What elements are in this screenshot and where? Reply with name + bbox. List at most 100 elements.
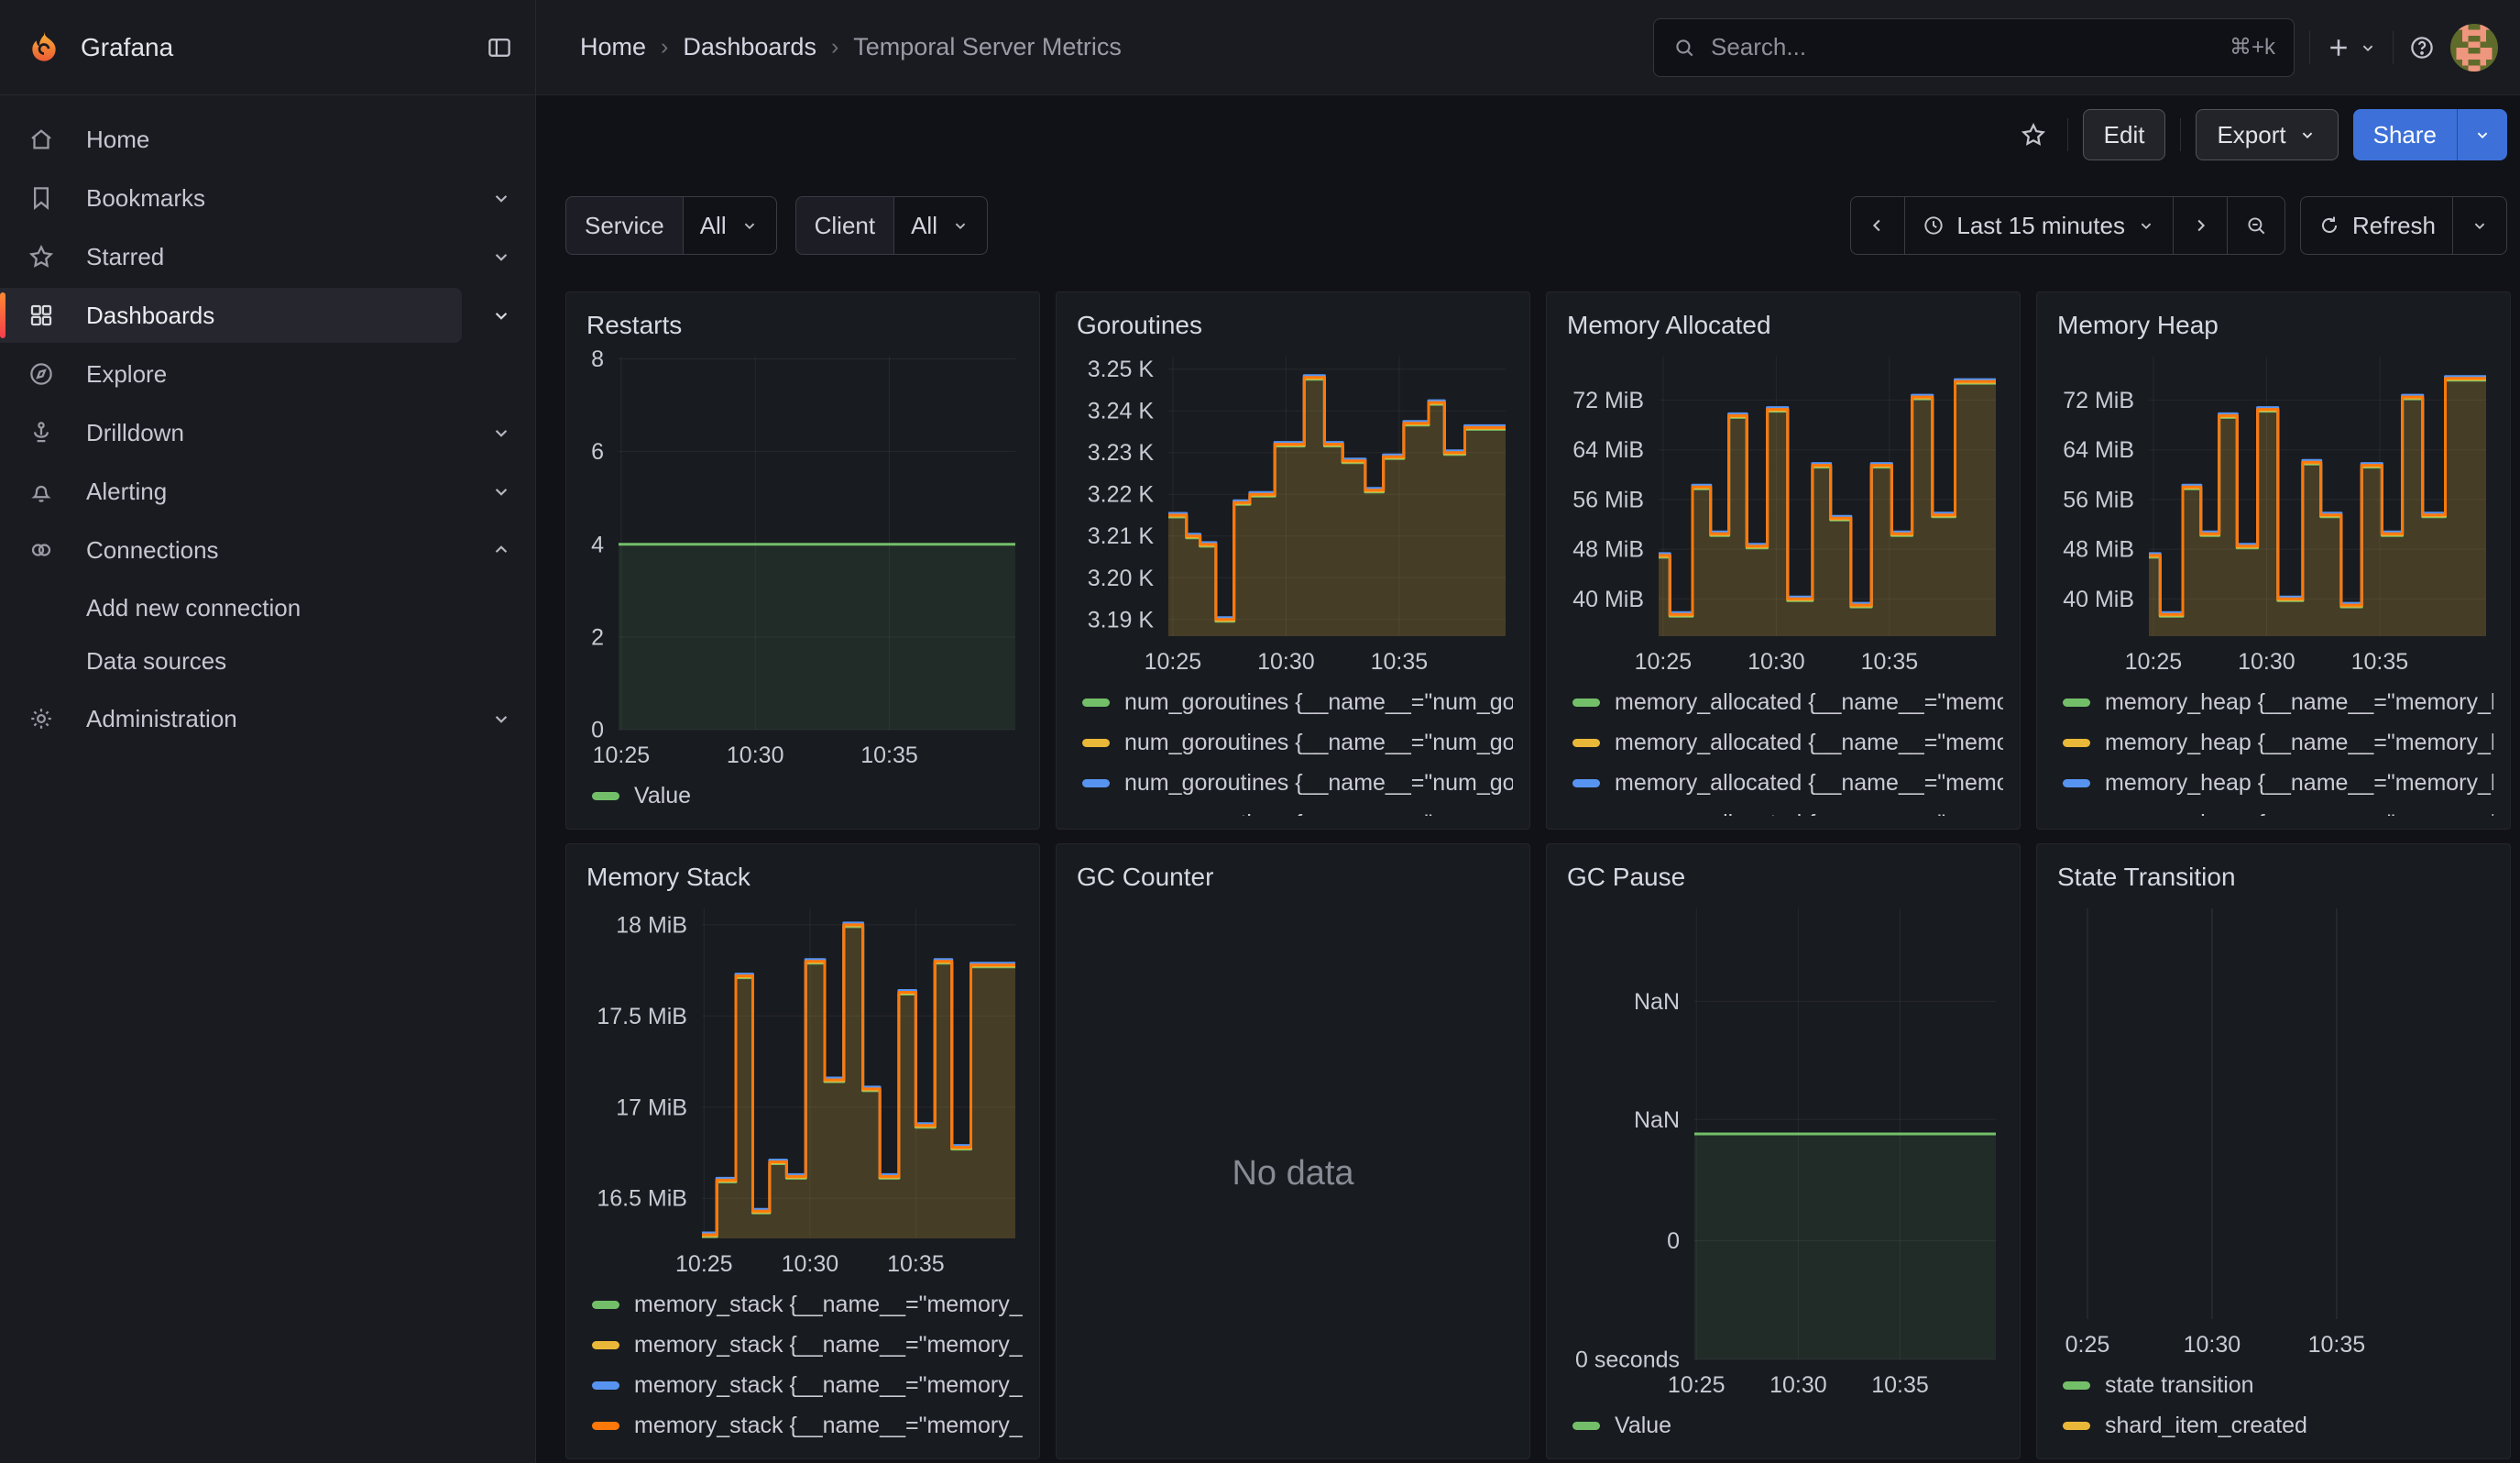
legend-label: Value (634, 783, 691, 809)
panel-title[interactable]: GC Pause (1567, 861, 2003, 894)
time-range-button[interactable]: Last 15 minutes (1905, 197, 2174, 254)
panel-title[interactable]: Memory Stack (586, 861, 1023, 894)
panel-title[interactable]: State Transition (2057, 861, 2493, 894)
chevron-down-icon (2472, 125, 2493, 145)
legend-item[interactable]: memory_stack {__name__="memory_s (583, 1365, 1023, 1405)
filter-value-dropdown[interactable]: All (894, 197, 987, 254)
sidebar-subitem-data-sources[interactable]: Data sources (0, 634, 535, 688)
svg-text:10:25: 10:25 (675, 1251, 733, 1277)
panel-title[interactable]: Memory Heap (2057, 309, 2493, 342)
refresh-caret-button[interactable] (2453, 197, 2506, 254)
sidebar-item-connections[interactable]: Connections (0, 522, 535, 578)
chevron-down-icon[interactable] (489, 707, 513, 731)
panel-gc-pause: GC Pause NaNNaN00 seconds10:2510:3010:35V… (1546, 843, 2021, 1459)
chevron-down-icon[interactable] (489, 186, 513, 210)
svg-text:3.19 K: 3.19 K (1088, 608, 1155, 633)
svg-text:40 MiB: 40 MiB (2063, 587, 2134, 612)
panel-title[interactable]: Goroutines (1077, 309, 1513, 342)
legend-item[interactable]: memory_stack {__name__="memory_s (583, 1284, 1023, 1325)
svg-text:10:35: 10:35 (2308, 1332, 2366, 1358)
chevron-down-icon[interactable] (489, 245, 513, 269)
svg-text:10:35: 10:35 (2351, 649, 2409, 675)
sidebar-item-alerting[interactable]: Alerting (0, 464, 535, 519)
chevron-down-icon[interactable] (489, 421, 513, 445)
breadcrumb-item-home[interactable]: Home (580, 33, 646, 61)
panel-chart[interactable]: NaNNaN00 seconds10:2510:3010:35 (1563, 901, 2003, 1402)
legend-item[interactable]: memory_heap {__name__="memory_h (2054, 682, 2493, 722)
star-icon (2020, 121, 2047, 148)
sidebar-item-administration[interactable]: Administration (0, 691, 535, 746)
legend-item[interactable]: memory_allocated {__name__="memo (1563, 682, 2003, 722)
sidebar-item-bookmarks[interactable]: Bookmarks (0, 170, 535, 226)
help-button[interactable] (2408, 34, 2436, 61)
legend-item[interactable]: memory_stack {__name__="memory_s (583, 1405, 1023, 1446)
panel-chart[interactable]: 0:2510:3010:35 (2054, 901, 2493, 1361)
refresh-button[interactable]: Refresh (2301, 197, 2453, 254)
legend-swatch (592, 1301, 619, 1309)
favorite-button[interactable] (2014, 116, 2053, 154)
zoom-out-button[interactable] (2228, 197, 2284, 254)
export-label: Export (2217, 121, 2285, 149)
legend-item[interactable]: memory_heap {__name__="memory_h (2054, 763, 2493, 803)
panel-chart[interactable]: 3.25 K3.24 K3.23 K3.22 K3.21 K3.20 K3.19… (1073, 349, 1513, 678)
filter-value-dropdown[interactable]: All (684, 197, 776, 254)
panel-chart[interactable]: 18 MiB17.5 MiB17 MiB16.5 MiB10:2510:3010… (583, 901, 1023, 1281)
legend-item[interactable]: num_goroutines {__name__="num_go (1073, 682, 1513, 722)
legend-item[interactable]: num_goroutines {__name__="num_go (1073, 763, 1513, 803)
legend-item[interactable]: num_goroutines {__name__="num_go (1073, 803, 1513, 816)
legend-label: memory_stack {__name__="memory_s (634, 1413, 1023, 1439)
time-back-button[interactable] (1851, 197, 1905, 254)
chevron-down-icon[interactable] (489, 479, 513, 503)
sidebar-item-drilldown[interactable]: Drilldown (0, 405, 535, 460)
share-caret-button[interactable] (2457, 109, 2507, 160)
legend-item[interactable]: memory_allocated {__name__="memo (1563, 722, 2003, 763)
panel-chart[interactable]: 72 MiB64 MiB56 MiB48 MiB40 MiB10:2510:30… (1563, 349, 2003, 678)
sidebar-toggle-icon[interactable] (486, 34, 513, 61)
chevron-right-icon (2190, 215, 2210, 236)
legend-item[interactable]: memory_heap {__name__="memory_h (2054, 803, 2493, 816)
legend-item[interactable]: state transition (2054, 1365, 2493, 1405)
panel-title[interactable]: Memory Allocated (1567, 309, 2003, 342)
panel-chart[interactable]: 0246810:2510:3010:35 (583, 349, 1023, 772)
legend-label: memory_heap {__name__="memory_h (2105, 689, 2493, 716)
sidebar-item-starred[interactable]: Starred (0, 229, 535, 284)
edit-button[interactable]: Edit (2083, 109, 2166, 160)
svg-text:72 MiB: 72 MiB (1572, 388, 1644, 413)
legend-item[interactable]: memory_heap {__name__="memory_h (2054, 722, 2493, 763)
search-input[interactable] (1709, 32, 2217, 62)
legend-item[interactable]: memory_allocated {__name__="memo (1563, 803, 2003, 816)
legend-item[interactable]: Value (583, 776, 1023, 816)
time-forward-button[interactable] (2174, 197, 2228, 254)
chevron-down-icon[interactable] (489, 303, 513, 327)
sidebar-item-home[interactable]: Home (0, 112, 535, 167)
legend-item[interactable]: num_goroutines {__name__="num_go (1073, 722, 1513, 763)
panel-chart[interactable]: 72 MiB64 MiB56 MiB48 MiB40 MiB10:2510:30… (2054, 349, 2493, 678)
svg-text:10:35: 10:35 (860, 742, 918, 768)
search-box[interactable]: ⌘+k (1653, 18, 2295, 77)
legend-label: memory_allocated {__name__="memo (1615, 810, 2003, 817)
legend-item[interactable]: memory_stack {__name__="memory_s (583, 1325, 1023, 1365)
legend-item[interactable]: Value (1563, 1405, 2003, 1446)
sidebar-subitem-add-new-connection[interactable]: Add new connection (0, 581, 535, 634)
svg-text:10:30: 10:30 (2184, 1332, 2241, 1358)
panel-title[interactable]: GC Counter (1077, 861, 1513, 894)
panel-title[interactable]: Restarts (586, 309, 1023, 342)
svg-text:3.25 K: 3.25 K (1088, 358, 1155, 383)
home-icon (27, 126, 55, 153)
export-button[interactable]: Export (2196, 109, 2338, 160)
sidebar-item-explore[interactable]: Explore (0, 346, 535, 402)
brand-label: Grafana (81, 33, 173, 62)
share-button[interactable]: Share (2353, 109, 2457, 160)
chevron-up-icon[interactable] (489, 538, 513, 562)
new-button[interactable] (2325, 34, 2378, 61)
top-navbar: Grafana Home›Dashboards›Temporal Server … (0, 0, 2520, 95)
search-icon (1672, 36, 1696, 60)
svg-text:40 MiB: 40 MiB (1572, 587, 1644, 612)
breadcrumb-item-dashboards[interactable]: Dashboards (683, 33, 816, 61)
chevron-down-icon (740, 215, 760, 236)
legend-item[interactable]: shard_item_created (2054, 1405, 2493, 1446)
legend-item[interactable]: memory_allocated {__name__="memo (1563, 763, 2003, 803)
user-avatar[interactable] (2450, 24, 2498, 72)
sidebar-item-dashboards[interactable]: Dashboards (0, 288, 535, 343)
panel-legend: memory_heap {__name__="memory_hmemory_he… (2054, 682, 2493, 816)
